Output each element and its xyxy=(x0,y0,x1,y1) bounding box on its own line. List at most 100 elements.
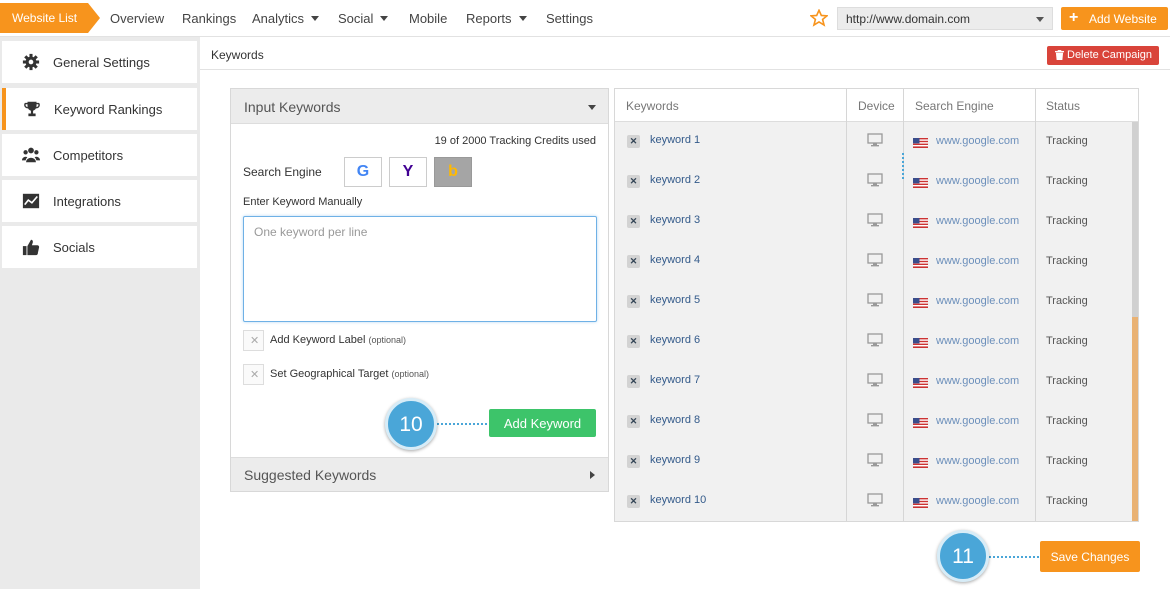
optional-note: (optional) xyxy=(368,335,406,345)
status-cell: Tracking xyxy=(1046,455,1088,467)
sidebar-item-label: Socials xyxy=(53,240,95,255)
column-header-keywords: Keywords xyxy=(626,99,679,113)
add-keyword-label-checkbox[interactable]: ✕ xyxy=(243,330,264,351)
search-engine-cell: www.google.com xyxy=(936,455,1020,467)
table-row: ✕ keyword 8 www.google.com Tracking xyxy=(615,402,1132,442)
table-row: ✕ keyword 3 www.google.com Tracking xyxy=(615,202,1132,242)
save-changes-label: Save Changes xyxy=(1050,550,1130,564)
save-changes-button[interactable]: Save Changes xyxy=(1040,541,1140,572)
plus-icon: + xyxy=(1069,9,1079,26)
search-engine-cell: www.google.com xyxy=(936,215,1020,227)
nav-mobile[interactable]: Mobile xyxy=(409,11,447,26)
keyword-cell: keyword 8 xyxy=(650,414,701,426)
add-keyword-label: Add Keyword xyxy=(503,416,582,431)
status-cell: Tracking xyxy=(1046,295,1088,307)
google-engine-button[interactable]: G xyxy=(344,157,382,187)
desktop-icon xyxy=(867,293,883,307)
nav-overview[interactable]: Overview xyxy=(110,11,164,26)
nav-overview-label: Overview xyxy=(110,11,165,26)
users-icon xyxy=(21,147,41,163)
chevron-down-icon xyxy=(1036,17,1044,22)
bing-icon: b xyxy=(448,163,458,180)
keyword-cell: keyword 7 xyxy=(650,374,701,386)
bing-engine-button[interactable]: b xyxy=(434,157,472,187)
website-list-button[interactable]: Website List xyxy=(0,3,100,33)
geo-target-text: Set Geographical Target (optional) xyxy=(270,368,429,380)
keyword-cell: keyword 10 xyxy=(650,494,707,506)
search-engine-cell: www.google.com xyxy=(936,375,1020,387)
step-10-number: 10 xyxy=(399,413,423,436)
add-website-button[interactable]: + Add Website xyxy=(1061,7,1168,30)
desktop-icon xyxy=(867,453,883,467)
us-flag-icon xyxy=(913,338,928,348)
table-scrollbar[interactable] xyxy=(1132,122,1138,521)
close-icon: ✕ xyxy=(629,336,638,346)
thumbs-up-icon xyxy=(22,239,40,256)
desktop-icon xyxy=(867,213,883,227)
breadcrumb: Keywords xyxy=(211,48,264,62)
domain-select[interactable]: http://www.domain.com xyxy=(837,7,1053,30)
sidebar-item-label: Competitors xyxy=(53,148,124,163)
sidebar-item-integrations[interactable]: Integrations xyxy=(2,180,197,222)
status-cell: Tracking xyxy=(1046,255,1088,267)
status-cell: Tracking xyxy=(1046,215,1088,227)
scrollbar-thumb[interactable] xyxy=(1132,317,1138,521)
remove-keyword-icon[interactable]: ✕ xyxy=(627,175,640,188)
star-icon[interactable] xyxy=(810,9,828,27)
sidebar: General Settings Keyword Rankings Compet… xyxy=(0,37,200,589)
nav-rankings[interactable]: Rankings xyxy=(182,11,236,26)
keyword-cell: keyword 3 xyxy=(650,214,701,226)
domain-select-value: http://www.domain.com xyxy=(846,12,971,26)
column-header-device: Device xyxy=(858,99,895,113)
nav-analytics[interactable]: Analytics xyxy=(252,11,320,26)
input-keywords-header[interactable]: Input Keywords xyxy=(231,89,608,124)
chevron-down-icon xyxy=(380,16,389,21)
suggested-keywords-header[interactable]: Suggested Keywords xyxy=(231,457,608,491)
keyword-cell: keyword 9 xyxy=(650,454,701,466)
desktop-icon xyxy=(867,413,883,427)
remove-keyword-icon[interactable]: ✕ xyxy=(627,135,640,148)
step-11-connector xyxy=(989,556,1039,558)
keyword-cell: keyword 4 xyxy=(650,254,701,266)
remove-keyword-icon[interactable]: ✕ xyxy=(627,335,640,348)
search-engine-cell: www.google.com xyxy=(936,415,1020,427)
yahoo-engine-button[interactable]: Y xyxy=(389,157,427,187)
table-row: ✕ keyword 7 www.google.com Tracking xyxy=(615,362,1132,402)
close-icon: ✕ xyxy=(629,376,638,386)
sidebar-item-general-settings[interactable]: General Settings xyxy=(2,41,197,83)
nav-reports[interactable]: Reports xyxy=(466,11,527,26)
geo-target-checkbox[interactable]: ✕ xyxy=(243,364,264,385)
remove-keyword-icon[interactable]: ✕ xyxy=(627,255,640,268)
keyword-textarea[interactable] xyxy=(243,216,597,322)
step-10-bubble: 10 xyxy=(385,398,437,450)
remove-keyword-icon[interactable]: ✕ xyxy=(627,495,640,508)
column-header-status: Status xyxy=(1046,99,1081,113)
remove-keyword-icon[interactable]: ✕ xyxy=(627,455,640,468)
remove-keyword-icon[interactable]: ✕ xyxy=(627,215,640,228)
remove-keyword-icon[interactable]: ✕ xyxy=(627,375,640,388)
us-flag-icon xyxy=(913,498,928,508)
sidebar-item-keyword-rankings[interactable]: Keyword Rankings xyxy=(2,88,197,130)
delete-campaign-label: Delete Campaign xyxy=(1067,49,1152,61)
add-keyword-button[interactable]: Add Keyword xyxy=(489,409,596,437)
close-icon: ✕ xyxy=(629,176,638,186)
delete-campaign-button[interactable]: Delete Campaign xyxy=(1047,46,1159,65)
remove-keyword-icon[interactable]: ✕ xyxy=(627,295,640,308)
sidebar-item-label: General Settings xyxy=(53,55,150,70)
desktop-icon xyxy=(867,253,883,267)
input-keywords-title: Input Keywords xyxy=(244,99,341,115)
nav-social[interactable]: Social xyxy=(338,11,389,26)
website-list-label: Website List xyxy=(12,11,78,25)
breadcrumb-bar: Keywords Delete Campaign xyxy=(200,37,1170,70)
table-row: ✕ keyword 4 www.google.com Tracking xyxy=(615,242,1132,282)
us-flag-icon xyxy=(913,178,928,188)
sidebar-item-socials[interactable]: Socials xyxy=(2,226,197,268)
table-header: Keywords Device Search Engine Status xyxy=(615,89,1138,122)
remove-keyword-icon[interactable]: ✕ xyxy=(627,415,640,428)
status-cell: Tracking xyxy=(1046,375,1088,387)
close-icon: ✕ xyxy=(629,296,638,306)
nav-settings[interactable]: Settings xyxy=(546,11,593,26)
sidebar-item-competitors[interactable]: Competitors xyxy=(2,134,197,176)
search-engine-cell: www.google.com xyxy=(936,175,1020,187)
table-row: ✕ keyword 6 www.google.com Tracking xyxy=(615,322,1132,362)
